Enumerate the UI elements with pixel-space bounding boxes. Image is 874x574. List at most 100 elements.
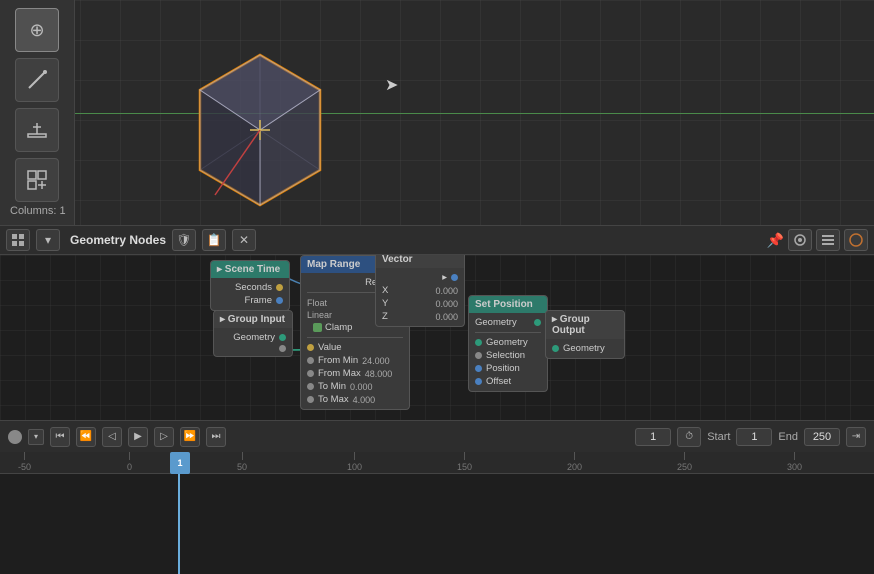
- ruler-mark-200: 200: [567, 452, 582, 472]
- clamp-checkbox[interactable]: [313, 323, 322, 332]
- pin-icon[interactable]: 📌: [767, 232, 784, 249]
- sp-geometry-output: Geometry: [475, 317, 541, 328]
- x-row: X 0.000: [382, 285, 458, 296]
- group-input-title: ▸ Group Input: [220, 314, 285, 325]
- sp-geometry-input: Geometry: [475, 337, 541, 348]
- timeline-body[interactable]: [0, 474, 874, 574]
- y-row: Y 0.000: [382, 298, 458, 309]
- end-label: End: [778, 431, 798, 443]
- record-button[interactable]: [8, 430, 22, 444]
- to-min-label: To Min: [318, 381, 346, 392]
- go-geometry-label: Geometry: [563, 343, 605, 354]
- scene-time-title: ▸ Scene Time: [217, 264, 280, 275]
- group-output-title: ▸ Group Output: [552, 314, 618, 336]
- keyframe-button[interactable]: ⏱: [677, 427, 701, 447]
- group-input-body: Geometry: [214, 328, 292, 356]
- play-button[interactable]: ▶: [128, 427, 148, 447]
- shield-icon[interactable]: 🛡: [172, 229, 196, 251]
- view-options[interactable]: [788, 229, 812, 251]
- group-output-header: ▸ Group Output: [546, 311, 624, 339]
- y-label: Y: [382, 298, 388, 309]
- group-input-node[interactable]: ▸ Group Input Geometry: [213, 310, 293, 357]
- playhead-line: [178, 474, 180, 574]
- set-position-node[interactable]: Set Position Geometry Geometry Selection…: [468, 295, 548, 392]
- map-range-title: Map Range: [307, 259, 360, 270]
- to-max-label: To Max: [318, 394, 349, 405]
- y-val: 0.000: [435, 299, 458, 309]
- scene-time-body: Seconds Frame: [211, 278, 289, 310]
- group-input-header: ▸ Group Input: [214, 311, 292, 328]
- from-max-val: 48.000: [365, 369, 393, 379]
- clamp-label: Clamp: [325, 322, 352, 333]
- prev-frame-button[interactable]: ◁: [102, 427, 122, 447]
- sp-selection-input: Selection: [475, 350, 541, 361]
- sp-geometry-label: Geometry: [486, 337, 528, 348]
- 3d-object: [185, 50, 335, 210]
- step-back-button[interactable]: ⏪: [76, 427, 96, 447]
- gi-extra-output: [220, 345, 286, 352]
- tool-draw[interactable]: [15, 58, 59, 102]
- to-min-row: To Min 0.000: [307, 381, 403, 392]
- 3d-viewport[interactable]: ⊕ ➤ Columns:: [0, 0, 874, 225]
- set-position-header: Set Position: [469, 296, 547, 313]
- seconds-output: Seconds: [217, 282, 283, 293]
- ruler-mark-250: 250: [677, 452, 692, 472]
- set-position-body: Geometry Geometry Selection Position Off…: [469, 313, 547, 391]
- from-max-label: From Max: [318, 368, 361, 379]
- sp-offset-input: Offset: [475, 376, 541, 387]
- ruler-mark-50: 50: [237, 452, 247, 472]
- node-type-selector[interactable]: [6, 229, 30, 251]
- node-editor-dropdown[interactable]: ▾: [36, 229, 60, 251]
- mouse-cursor: ➤: [385, 75, 398, 95]
- scene-time-header: ▸ Scene Time: [211, 261, 289, 278]
- tool-cursor[interactable]: ⊕: [15, 8, 59, 52]
- playhead-frame-box: 1: [170, 452, 190, 474]
- timeline-header: ▾ ⏮ ⏪ ◁ ▶ ▷ ⏩ ⏭ ⏱ Start End ⇥: [0, 420, 874, 452]
- frame-label: Frame: [245, 295, 272, 306]
- next-frame-button[interactable]: ▷: [154, 427, 174, 447]
- editor-icon[interactable]: [844, 229, 868, 251]
- header-right-controls: 📌: [767, 229, 868, 251]
- horizontal-axis: [0, 113, 874, 114]
- vector-node[interactable]: Vector ▸ X 0.000 Y 0.000 Z 0.000: [375, 255, 465, 327]
- ruler-mark-300: 300: [787, 452, 802, 472]
- jump-end-button[interactable]: ⏭: [206, 427, 226, 447]
- set-position-title: Set Position: [475, 299, 533, 310]
- clipboard-icon[interactable]: 📋: [202, 229, 226, 251]
- node-canvas[interactable]: ▸ Scene Time Seconds Frame Map Range Res…: [0, 255, 874, 420]
- vector-output: ▸: [382, 272, 458, 283]
- timeline-options[interactable]: ⇥: [846, 427, 866, 447]
- start-frame-input[interactable]: [736, 428, 772, 446]
- z-val: 0.000: [435, 312, 458, 322]
- gi-geometry-label: Geometry: [233, 332, 275, 343]
- frame-output: Frame: [217, 295, 283, 306]
- go-geometry-input: Geometry: [552, 343, 618, 354]
- value-input: Value: [307, 342, 403, 353]
- overlay-options[interactable]: [816, 229, 840, 251]
- tool-add[interactable]: [15, 158, 59, 202]
- group-output-node[interactable]: ▸ Group Output Geometry: [545, 310, 625, 359]
- scene-time-node[interactable]: ▸ Scene Time Seconds Frame: [210, 260, 290, 311]
- sp-offset-label: Offset: [486, 376, 511, 387]
- timeline-ruler[interactable]: -50 0 50 100 150 200 250 300 1: [0, 452, 874, 474]
- sp-position-label: Position: [486, 363, 520, 374]
- jump-start-button[interactable]: ⏮: [50, 427, 70, 447]
- tool-measure[interactable]: [15, 108, 59, 152]
- sp-output-label: Geometry: [475, 317, 530, 328]
- sp-position-input: Position: [475, 363, 541, 374]
- to-max-row: To Max 4.000: [307, 394, 403, 405]
- left-toolbar: ⊕: [0, 0, 75, 225]
- close-icon[interactable]: ✕: [232, 229, 256, 251]
- sp-selection-label: Selection: [486, 350, 525, 361]
- gi-geometry-output: Geometry: [220, 332, 286, 343]
- record-dropdown[interactable]: ▾: [28, 429, 44, 445]
- ruler-inner: -50 0 50 100 150 200 250 300 1: [0, 452, 874, 473]
- ruler-mark-100: 100: [347, 452, 362, 472]
- end-frame-input[interactable]: [804, 428, 840, 446]
- ruler-mark-0: 0: [127, 452, 132, 472]
- x-val: 0.000: [435, 286, 458, 296]
- step-forward-button[interactable]: ⏩: [180, 427, 200, 447]
- start-label: Start: [707, 431, 730, 443]
- current-frame-input[interactable]: [635, 428, 671, 446]
- node-editor-title: Geometry Nodes: [70, 233, 166, 247]
